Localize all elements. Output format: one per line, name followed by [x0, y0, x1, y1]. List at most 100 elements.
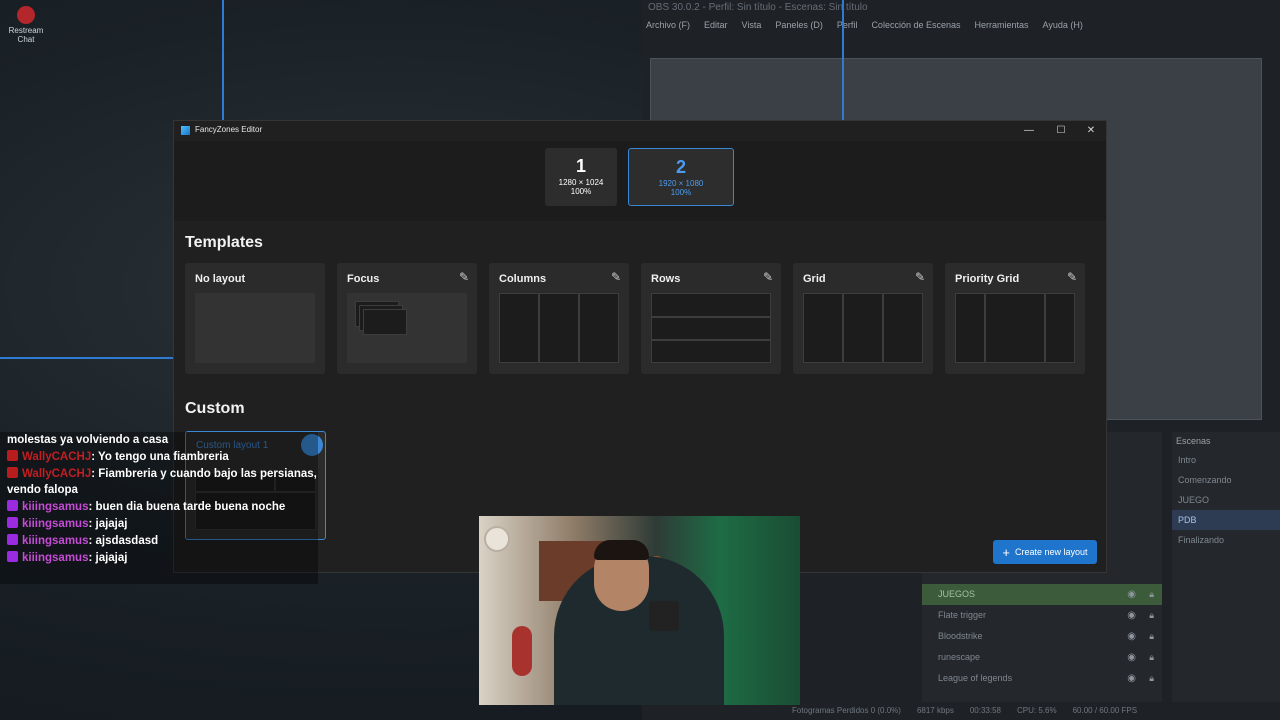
- eye-icon[interactable]: ◉: [1127, 668, 1136, 689]
- template-card-priority-grid[interactable]: Priority Grid ✎: [945, 263, 1085, 374]
- source-label: runescape: [938, 652, 981, 662]
- obs-menu-item[interactable]: Editar: [704, 20, 728, 38]
- template-card-rows[interactable]: Rows ✎: [641, 263, 781, 374]
- monitor-1-button[interactable]: 1 1280 × 1024 100%: [545, 148, 617, 206]
- chat-message: WallyCACHJ: Fiambreria y cuando bajo las…: [0, 466, 318, 500]
- scene-item[interactable]: PDB: [1172, 510, 1280, 530]
- status-cpu: CPU: 5.6%: [1017, 705, 1057, 715]
- source-label: JUEGOS: [938, 589, 976, 599]
- scenes-title: Escenas: [1176, 436, 1211, 446]
- eye-icon[interactable]: ◉: [1127, 605, 1136, 626]
- monitor-2-button[interactable]: 2 1920 × 1080 100%: [628, 148, 734, 206]
- zone: [985, 293, 1045, 363]
- eye-icon[interactable]: ◉: [1127, 647, 1136, 668]
- monitor-resolution: 1280 × 1024: [558, 178, 604, 187]
- obs-menu-item[interactable]: Herramientas: [975, 20, 1029, 38]
- edit-pencil-icon[interactable]: ✎: [915, 270, 925, 284]
- lock-icon[interactable]: 🔒︎: [1149, 584, 1154, 605]
- zone: [539, 293, 579, 363]
- lock-icon[interactable]: 🔒︎: [1149, 605, 1154, 626]
- template-card-columns[interactable]: Columns ✎: [489, 263, 629, 374]
- status-dropped-frames: Fotogramas Perdidos 0 (0.0%): [792, 705, 901, 715]
- edit-pencil-icon[interactable]: ✎: [459, 270, 469, 284]
- monitor-number: 2: [675, 157, 686, 177]
- source-row[interactable]: Flate trigger ◉ 🔒︎: [922, 605, 1162, 626]
- zone: [579, 293, 619, 363]
- electric-guitar: [512, 626, 532, 676]
- chat-username: kiiingsamus: [22, 501, 89, 514]
- chat-message: WallyCACHJ: Yo tengo una fiambreria: [0, 449, 318, 466]
- chat-text: molestas ya volviendo a casa: [7, 434, 169, 446]
- twitch-badge-icon: [7, 466, 18, 478]
- twitch-badge-icon: [7, 449, 18, 461]
- minimize-button[interactable]: —: [1014, 123, 1044, 139]
- lock-icon[interactable]: 🔒︎: [1149, 626, 1154, 647]
- chat-message: kiiingsamus: jajajaj: [0, 550, 318, 567]
- chat-username: kiiingsamus: [22, 517, 89, 530]
- twitch-badge-icon: [7, 550, 18, 562]
- plus-icon: +: [1002, 544, 1011, 560]
- chat-message: kiiingsamus: ajsdasdasd: [0, 533, 318, 550]
- zone: [843, 293, 883, 363]
- edit-pencil-icon[interactable]: ✎: [611, 270, 621, 284]
- obs-menu-item[interactable]: Colección de Escenas: [871, 20, 960, 38]
- lock-icon[interactable]: 🔒︎: [1149, 647, 1154, 668]
- ring-light: [484, 526, 510, 552]
- eye-icon[interactable]: ◉: [1127, 584, 1136, 605]
- source-row[interactable]: Bloodstrike ◉ 🔒︎: [922, 626, 1162, 647]
- template-label: Columns: [499, 273, 547, 285]
- zone: [955, 293, 985, 363]
- chat-message: molestas ya volviendo a casa: [0, 432, 318, 449]
- stream-chat-overlay: molestas ya volviendo a casa WallyCACHJ:…: [0, 432, 318, 584]
- edit-pencil-icon[interactable]: ✎: [763, 270, 773, 284]
- microphone: [649, 601, 679, 631]
- close-button[interactable]: ✕: [1076, 123, 1106, 139]
- template-card-grid[interactable]: Grid ✎: [793, 263, 933, 374]
- obs-menu-item[interactable]: Vista: [742, 20, 762, 38]
- status-bitrate: 6817 kbps: [916, 705, 954, 715]
- create-new-layout-button[interactable]: + Create new layout: [993, 540, 1097, 564]
- monitor-scale: 100%: [570, 187, 592, 196]
- monitor-scale: 100%: [670, 188, 692, 197]
- twitch-badge-icon: [7, 516, 18, 528]
- source-row[interactable]: JUEGOS ◉ 🔒︎: [922, 584, 1162, 605]
- chat-text: : jajajaj: [88, 551, 128, 564]
- obs-menu-item[interactable]: Ayuda (H): [1043, 20, 1083, 38]
- maximize-button[interactable]: ☐: [1046, 123, 1076, 139]
- template-label: Rows: [651, 273, 681, 285]
- zone: [363, 309, 407, 335]
- obs-menu-item[interactable]: Perfil: [837, 20, 858, 38]
- template-card-focus[interactable]: Focus ✎: [337, 263, 477, 374]
- lock-icon[interactable]: 🔒︎: [1149, 668, 1154, 689]
- eye-icon[interactable]: ◉: [1127, 626, 1136, 647]
- scene-item[interactable]: Comenzando: [1172, 470, 1280, 490]
- zone: [651, 293, 771, 317]
- obs-menu-item[interactable]: Paneles (D): [775, 20, 823, 38]
- source-row[interactable]: runescape ◉ 🔒︎: [922, 647, 1162, 668]
- zone: [499, 293, 539, 363]
- templates-heading: Templates: [185, 234, 263, 251]
- scene-item[interactable]: Finalizando: [1172, 530, 1280, 550]
- template-label: Focus: [347, 273, 380, 285]
- obs-menubar: Archivo (F) Editar Vista Paneles (D) Per…: [642, 20, 1280, 38]
- chat-username: WallyCACHJ: [22, 467, 92, 480]
- template-card-no-layout[interactable]: No layout: [185, 263, 325, 374]
- template-preview: [499, 293, 619, 363]
- webcam-feed: [479, 516, 800, 705]
- template-label: Priority Grid: [955, 273, 1020, 285]
- chat-text: : buen dia buena tarde buena noche: [88, 501, 286, 514]
- chat-message: kiiingsamus: buen dia buena tarde buena …: [0, 499, 318, 516]
- source-row[interactable]: League of legends ◉ 🔒︎: [922, 668, 1162, 689]
- zone: [651, 317, 771, 340]
- chat-text: : Yo tengo una fiambreria: [91, 450, 229, 463]
- scene-item[interactable]: Intro: [1172, 450, 1280, 470]
- twitch-badge-icon: [7, 500, 18, 512]
- obs-menu-item[interactable]: Archivo (F): [646, 20, 690, 38]
- template-preview: [803, 293, 923, 363]
- restream-chat-desktop-icon[interactable]: Restream Chat: [4, 6, 48, 50]
- source-label: Flate trigger: [938, 610, 987, 620]
- custom-heading: Custom: [185, 400, 245, 417]
- template-preview: [651, 293, 771, 363]
- scene-item[interactable]: JUEGO: [1172, 490, 1280, 510]
- edit-pencil-icon[interactable]: ✎: [1067, 270, 1077, 284]
